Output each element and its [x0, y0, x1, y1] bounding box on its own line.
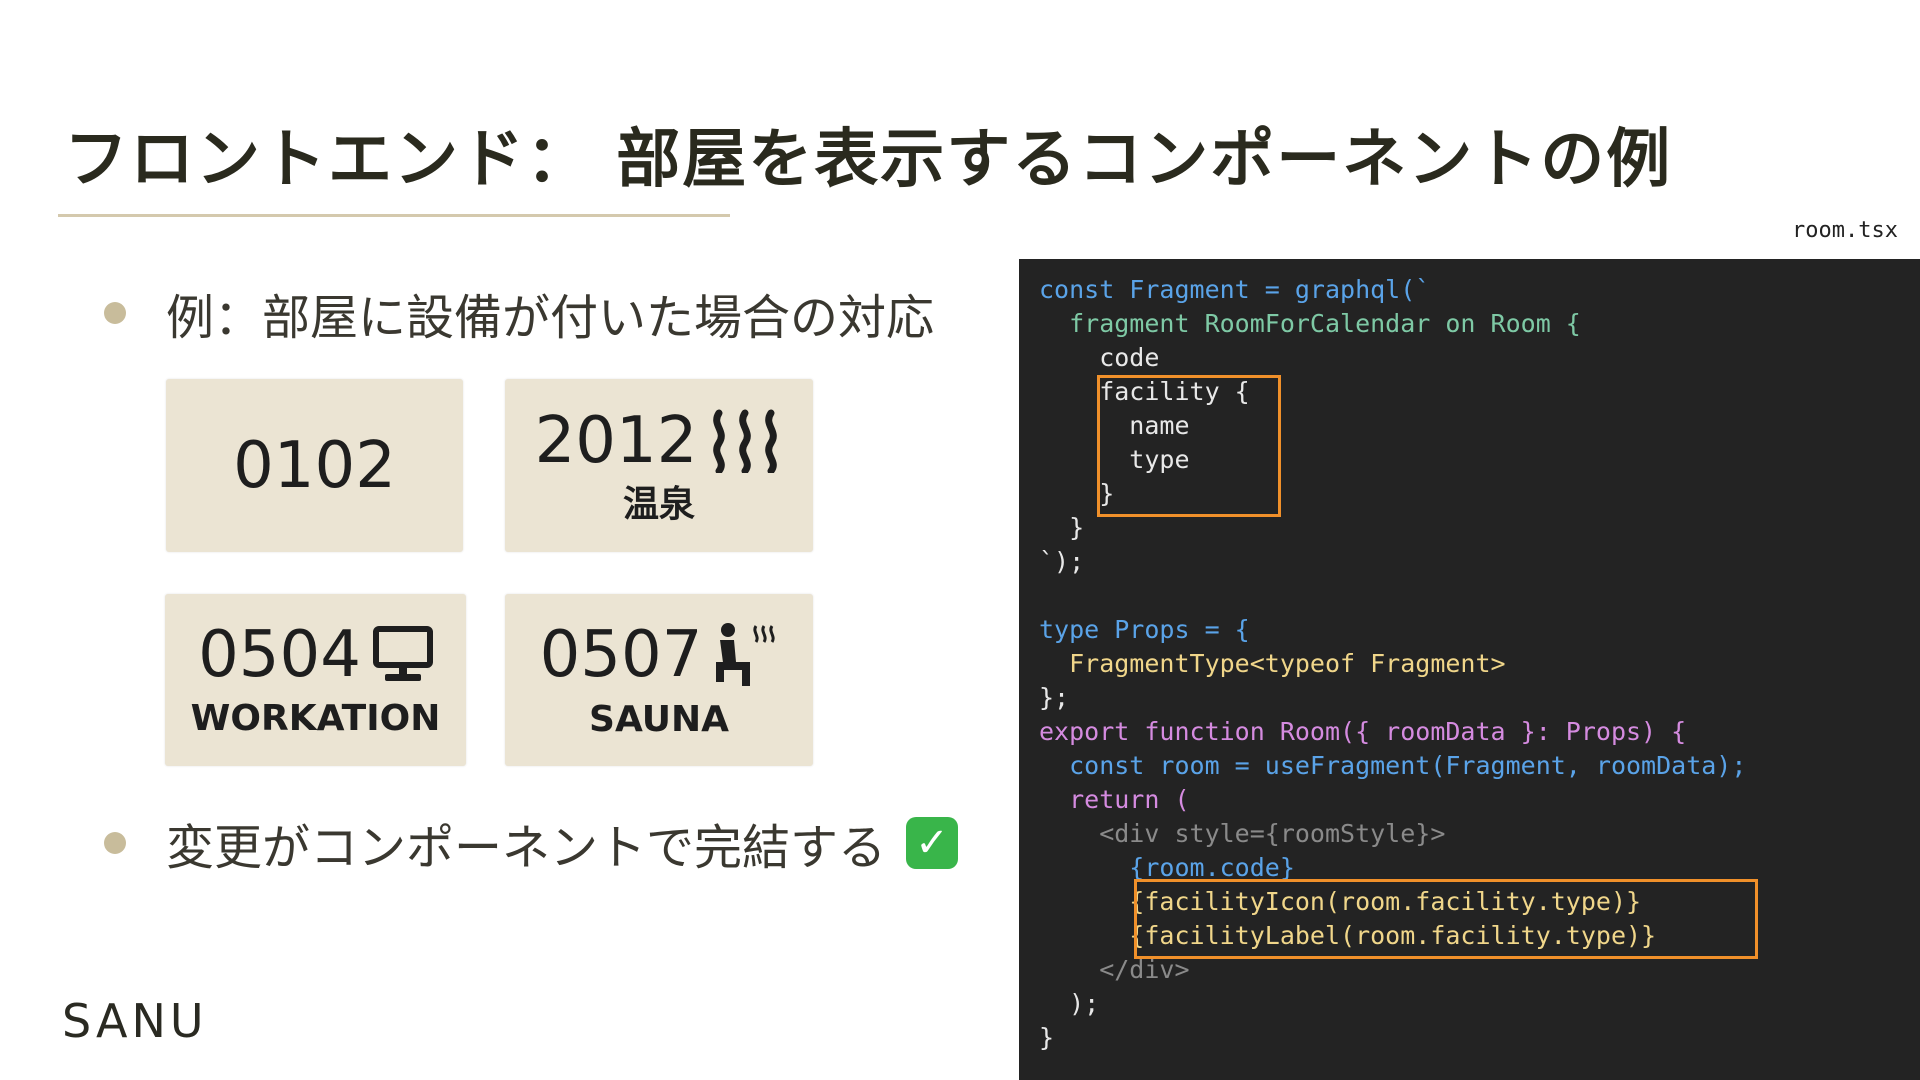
room-number: 0507 — [539, 618, 703, 692]
bullet-text: 変更がコンポーネントで完結する — [166, 820, 887, 876]
facility-label: SAUNA — [589, 699, 729, 740]
code-line-9: `); — [1039, 547, 1085, 576]
facility-label: 温泉 — [622, 483, 695, 525]
highlight-facility-jsx — [1134, 879, 1758, 959]
room-number: 2012 — [534, 403, 698, 478]
code-line-2: fragment RoomForCalendar on Room { — [1039, 309, 1581, 338]
code-panel: const Fragment = graphql(` fragment Room… — [1019, 259, 1920, 1080]
bullet-dot — [104, 302, 126, 324]
room-card-2012: 2012 温泉 — [505, 379, 813, 552]
code-line-13: }; — [1039, 683, 1070, 712]
highlight-facility-fragment — [1097, 375, 1281, 517]
code-line-16: return ( — [1039, 785, 1190, 814]
code-line-8: } — [1039, 513, 1085, 542]
sanu-logo: SANU — [62, 994, 208, 1048]
bullet-item-result: 変更がコンポーネントで完結する ✓ — [104, 808, 959, 878]
room-card-0102: 0102 — [166, 379, 463, 552]
code-line-1: const Fragment = graphql(` — [1039, 275, 1431, 304]
code-filename: room.tsx — [1792, 218, 1898, 243]
slide-title: フロントエンド： 部屋を表示するコンポーネントの例 — [64, 123, 1673, 197]
title-underline — [58, 214, 730, 217]
code-line-18: {room.code} — [1039, 853, 1295, 882]
code-line-23: } — [1039, 1023, 1055, 1052]
hot-spring-icon — [713, 409, 778, 473]
room-number: 0504 — [198, 618, 361, 692]
code-line-3: code — [1039, 343, 1160, 372]
code-line-21: </div> — [1039, 955, 1190, 984]
bullet-text: 例：部屋に設備が付いた場合の対応 — [166, 290, 935, 346]
sauna-person-icon — [716, 623, 776, 686]
facility-label: WORKATION — [190, 698, 441, 739]
code-line-12: FragmentType<typeof Fragment> — [1039, 649, 1506, 678]
code-line-22: ); — [1039, 989, 1100, 1018]
check-mark-icon: ✓ — [906, 817, 959, 869]
room-card-0507: 0507 SAUNA — [505, 594, 813, 766]
code-line-17: <div style={roomStyle}> — [1039, 819, 1446, 848]
bullet-dot — [104, 832, 126, 854]
room-card-0504: 0504 WORKATION — [165, 594, 466, 766]
room-number: 0102 — [233, 428, 396, 503]
code-line-14: export function Room({ roomData }: Props… — [1039, 717, 1687, 746]
bullet-item-example: 例：部屋に設備が付いた場合の対応 — [104, 278, 934, 348]
code-line-15: const room = useFragment(Fragment, roomD… — [1039, 751, 1747, 780]
code-line-11: type Props = { — [1039, 615, 1250, 644]
monitor-icon — [372, 626, 433, 681]
